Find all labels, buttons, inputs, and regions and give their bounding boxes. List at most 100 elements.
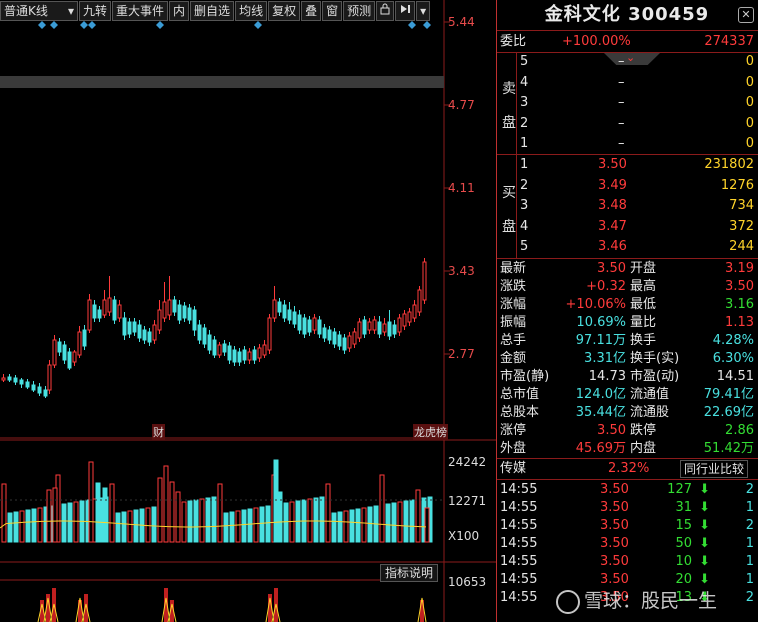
stat-label: 涨停 [500,423,527,438]
stat-value: +10.06% [565,297,626,312]
order-level: 4 [520,74,529,90]
stat-row: 总市值 124.0亿 流通值 79.41亿 [500,386,756,404]
dragon-tiger-marker[interactable]: 龙虎榜 [413,424,448,440]
period-select[interactable]: 普通K线 ▾ [0,1,78,21]
tick-time: 14:55 [500,572,538,587]
stat-label: 最高 [630,279,657,294]
forecast-button[interactable]: 预测 [343,1,376,21]
stat-label: 最低 [630,297,657,312]
order-level: 5 [520,239,529,254]
event-diamond-icon [156,21,164,29]
stat-value: 14.51 [716,369,754,384]
tick-count: 1 [745,536,754,551]
tick-time: 14:55 [500,500,538,515]
tick-time: 14:55 [500,590,538,605]
window-button[interactable]: 窗 [322,1,343,21]
indicator-help-button[interactable]: 指标说明 [380,564,439,582]
order-level: 2 [520,177,529,193]
stat-value: 10.69% [576,315,626,330]
tick-count: 1 [745,572,754,587]
stat-row: 金额 3.31亿 换手(实) 6.30% [500,350,756,368]
tick-price: 3.50 [600,518,629,533]
close-icon[interactable]: ✕ [738,7,754,23]
price-tick: 4.11 [448,181,475,195]
tick-volume: 10 [675,554,692,569]
order-price: 3.48 [598,198,627,213]
order-level: 1 [520,157,529,172]
stat-row: 总手 97.11万 换手 4.28% [500,332,756,350]
tick-count: 1 [745,554,754,569]
sector-row: 传媒 2.32% 同行业比较 [500,460,756,478]
skip-right-icon[interactable] [395,1,416,21]
order-price: – [618,95,625,110]
stat-value: 79.41亿 [703,387,754,402]
stat-value: 35.44亿 [575,405,626,420]
major-events-button[interactable]: 重大事件 [112,1,169,21]
stat-label: 外盘 [500,441,527,456]
overlay-button[interactable]: 叠 [301,1,322,21]
stat-label: 振幅 [500,315,527,330]
tick-row: 14:55 3.50 50 1 ⬇ [500,535,756,553]
order-level: 5 [520,54,529,69]
remove-watchlist-button[interactable]: 删自选 [190,1,235,21]
order-price: 3.49 [598,177,627,193]
adjust-button[interactable]: 复权 [268,1,301,21]
volume-tick: 24242 [448,455,487,469]
price-tick: 3.43 [448,264,475,278]
tick-volume: 15 [675,518,692,533]
lock-icon[interactable] [376,1,395,21]
tick-price: 3.50 [600,500,629,515]
history-band [0,76,444,88]
indicator-value: 10653 [448,575,487,589]
order-price: – [618,74,625,90]
stat-value: 45.69万 [575,441,626,456]
order-volume: 0 [745,136,754,151]
sell-order-row: 2 – 0 [500,115,756,133]
stat-row: 振幅 10.69% 量比 1.13 [500,314,756,332]
sell-order-row: 4 – 0 [500,74,756,92]
order-volume: 0 [745,95,754,110]
stat-label: 开盘 [630,261,657,276]
order-level: 4 [520,218,529,234]
stat-row: 涨跌 +0.32 最高 3.50 [500,278,756,296]
order-level: 3 [520,95,529,110]
stat-value: 51.42万 [703,441,754,456]
kline-chart[interactable] [0,0,496,622]
stat-value: 3.19 [725,261,754,276]
event-diamond-icon [88,21,96,29]
price-tick: 2.77 [448,347,475,361]
stat-value: 14.73 [588,369,626,384]
down-arrow-icon: ⬇ [699,518,710,533]
order-price: – [618,115,625,131]
chart-toolbar: 普通K线 ▾ 九转 重大事件 内 删自选 均线 复权 叠 窗 预测 ▾ [0,0,446,22]
buy-order-row: 4 3.47 372 [500,218,756,236]
inside-button[interactable]: 内 [169,1,190,21]
stat-value: 3.16 [725,297,754,312]
stat-row: 外盘 45.69万 内盘 51.42万 [500,440,756,458]
tick-count: 2 [745,590,754,605]
stat-value: 124.0亿 [575,387,626,402]
more-menu-icon[interactable]: ▾ [416,1,431,21]
weibi-diff: 274337 [704,34,754,49]
industry-compare-button[interactable]: 同行业比较 [680,460,749,478]
stat-label: 涨跌 [500,279,527,294]
buy-order-row: 1 3.50 231802 [500,156,756,174]
price-tick: 5.44 [448,15,475,29]
stat-value: 3.50 [597,261,626,276]
tick-time: 14:55 [500,518,538,533]
volume-unit: X100 [448,529,480,543]
stat-label: 总市值 [500,387,540,402]
stat-label: 换手(实) [630,351,680,366]
stat-value: 97.11万 [575,333,626,348]
tick-volume: 127 [667,482,692,497]
sector-name: 传媒 [500,461,527,476]
tick-time: 14:55 [500,482,538,497]
chevron-down-icon: ▾ [67,4,74,18]
buy-order-row: 3 3.48 734 [500,197,756,215]
finance-marker[interactable]: 财 [152,424,165,440]
moving-average-button[interactable]: 均线 [235,1,268,21]
jiuzhuan-button[interactable]: 九转 [79,1,112,21]
stat-label: 市盈(静) [500,369,550,384]
tick-time: 14:55 [500,554,538,569]
stat-value: 2.86 [725,423,754,438]
